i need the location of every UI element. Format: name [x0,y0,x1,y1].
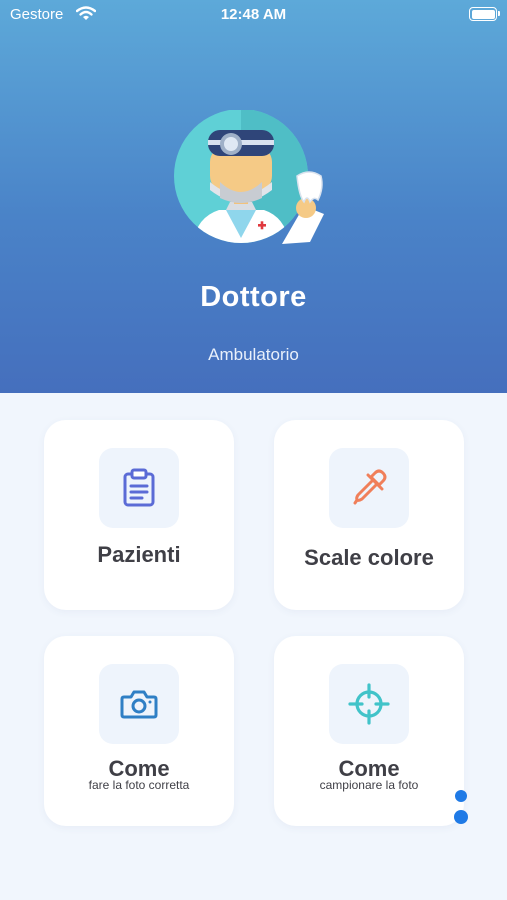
profile-name: Dottore [200,281,307,313]
profile-role: Ambulatorio [208,345,299,364]
pipette-icon [329,448,409,528]
clipboard-icon [99,448,179,528]
profile-header: Gestore 12:48 AM Dottore Ambulatorio [0,0,507,393]
sampling-guide-card[interactable]: Come campionare la foto [274,636,464,826]
card-subtitle: campionare la foto [319,778,419,792]
loading-spinner-icon [453,786,473,826]
card-subtitle: fare la foto corretta [88,778,190,792]
photo-guide-card[interactable]: Come fare la foto corretta [44,636,234,826]
battery-icon [469,7,500,21]
color-scales-card[interactable]: Scale colore [274,420,464,610]
doctor-avatar [164,109,344,260]
patients-card[interactable]: Pazienti [44,420,234,610]
status-bar: Gestore 12:48 AM [0,0,507,30]
camera-icon [99,664,179,744]
clock: 12:48 AM [220,6,287,23]
card-title: Pazienti [97,542,181,567]
crosshair-icon [329,664,409,744]
card-title: Scale colore [304,545,434,570]
